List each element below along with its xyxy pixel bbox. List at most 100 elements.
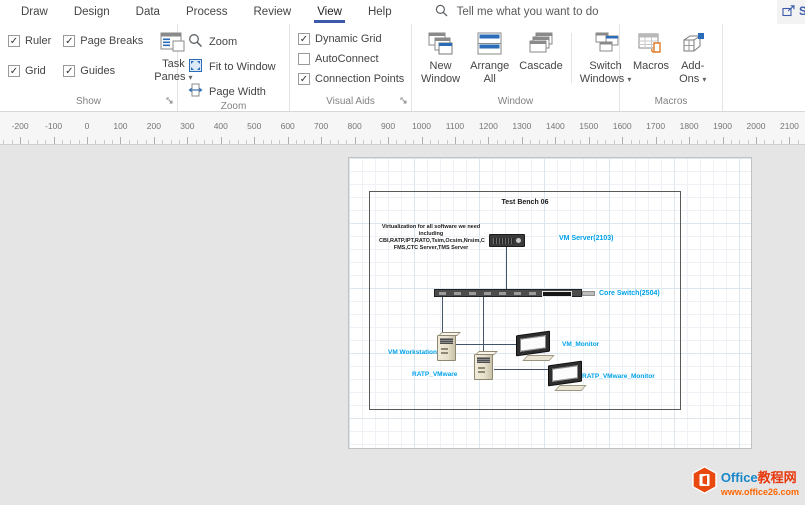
ruler-tick	[221, 137, 222, 144]
tab-draw[interactable]: Draw	[8, 0, 61, 24]
checkbox-page-breaks-box[interactable]: ✓	[63, 35, 75, 47]
ruler-minor-tick	[246, 140, 247, 144]
ruler-minor-tick	[413, 140, 414, 144]
macros-button[interactable]: Macros	[628, 28, 674, 88]
new-window-label-1: New	[430, 60, 452, 73]
ruler-label: 600	[281, 121, 295, 131]
connector-vmware-monitor[interactable]	[494, 369, 550, 370]
ruler-minor-tick	[697, 140, 698, 144]
office-logo-icon	[692, 466, 717, 499]
checkbox-dynamic-grid-box[interactable]: ✓	[298, 33, 310, 45]
new-window-button[interactable]: New Window	[416, 28, 465, 88]
connector-workstation-monitor[interactable]	[456, 344, 518, 345]
arrange-all-button[interactable]: Arrange All	[465, 28, 514, 88]
dropdown-arrow-icon: ▾	[702, 75, 706, 84]
connector-switch-workstation[interactable]	[442, 297, 443, 334]
group-label-macros: Macros	[620, 95, 722, 111]
diagram-note[interactable]: Virtualization for all software we need …	[379, 224, 483, 252]
ruler-minor-tick	[3, 140, 4, 144]
cascade-button[interactable]: Cascade	[514, 28, 567, 88]
ruler-label: 400	[214, 121, 228, 131]
ruler-label: 0	[85, 121, 90, 131]
page-width-button[interactable]: Page Width	[188, 83, 276, 100]
ruler-minor-tick	[238, 140, 239, 144]
ruler-tick	[656, 137, 657, 144]
ruler-minor-tick	[505, 140, 506, 144]
ruler-minor-tick	[330, 140, 331, 144]
vm-workstation-shape[interactable]	[437, 335, 456, 361]
label-core-switch[interactable]: Core Switch(2504)	[599, 290, 660, 297]
checkbox-autoconnect-box[interactable]	[298, 53, 310, 65]
tell-me-box[interactable]: Tell me what you want to do	[435, 0, 599, 24]
tab-process[interactable]: Process	[173, 0, 241, 24]
label-ratp-vmware[interactable]: RATP_VMware	[412, 371, 457, 378]
fit-to-window-button[interactable]: Fit to Window	[188, 58, 276, 76]
ruler-minor-tick	[196, 140, 197, 144]
dialog-launcher-icon[interactable]	[400, 96, 408, 108]
ruler-tick	[388, 137, 389, 144]
connector-server-switch[interactable]	[506, 247, 507, 289]
ratp-vmware-shape[interactable]	[474, 354, 493, 380]
fit-to-window-label: Fit to Window	[209, 61, 276, 73]
note-line: Virtualization for all software we need	[379, 224, 483, 231]
ruler-label: 1200	[479, 121, 498, 131]
checkbox-guides[interactable]: ✓ Guides	[63, 64, 143, 78]
label-vm-workstation[interactable]: VM Workstation	[388, 349, 437, 356]
ruler-tick	[589, 137, 590, 144]
ruler-minor-tick	[95, 140, 96, 144]
ruler-tick	[689, 137, 690, 144]
ruler-minor-tick	[539, 140, 540, 144]
tab-view[interactable]: View	[304, 0, 355, 24]
vm-monitor-shape[interactable]	[516, 333, 554, 361]
ruler-minor-tick	[480, 140, 481, 144]
visio-window: Draw Design Data Process Review View Hel…	[0, 0, 805, 505]
checkbox-guides-box[interactable]: ✓	[63, 65, 75, 77]
tab-help[interactable]: Help	[355, 0, 405, 24]
ruler-label: 2100	[780, 121, 799, 131]
ruler-label: 1100	[446, 121, 464, 131]
ratp-vmware-monitor-shape[interactable]	[548, 363, 586, 391]
checkbox-connection-points[interactable]: ✓ Connection Points	[298, 73, 404, 85]
vm-server-shape[interactable]	[489, 234, 525, 247]
ruler-label: 300	[180, 121, 194, 131]
checkbox-grid[interactable]: ✓ Grid	[8, 64, 51, 78]
checkbox-grid-box[interactable]: ✓	[8, 65, 20, 77]
add-ons-button[interactable]: Add- Ons ▾	[674, 28, 711, 88]
ruler-tick	[455, 137, 456, 144]
add-ons-label-2: Ons	[679, 73, 699, 85]
ruler-minor-tick	[447, 140, 448, 144]
drawing-page[interactable]: Test Bench 06 Virtualization for all sof…	[348, 157, 752, 449]
ruler-tick	[20, 137, 21, 144]
ruler-minor-tick	[781, 140, 782, 144]
monitor-screen	[516, 331, 550, 357]
ruler-minor-tick	[28, 140, 29, 144]
ruler-minor-tick	[229, 140, 230, 144]
checkbox-page-breaks[interactable]: ✓ Page Breaks	[63, 34, 143, 48]
core-switch-shape[interactable]	[434, 289, 582, 297]
diagram-title[interactable]: Test Bench 06	[369, 199, 681, 206]
ruler-label: -200	[12, 121, 29, 131]
ruler-label: 1000	[412, 121, 431, 131]
ruler-label: 800	[348, 121, 362, 131]
label-vm-monitor[interactable]: VM_Monitor	[562, 341, 599, 348]
zoom-button[interactable]: Zoom	[188, 33, 276, 51]
ribbon-group-macros: Macros Add- Ons ▾	[620, 24, 723, 111]
checkbox-connection-points-box[interactable]: ✓	[298, 73, 310, 85]
dialog-launcher-icon[interactable]	[166, 96, 174, 108]
label-vm-server[interactable]: VM Server(2103)	[559, 235, 613, 242]
checkbox-ruler[interactable]: ✓ Ruler	[8, 34, 51, 48]
tab-design[interactable]: Design	[61, 0, 123, 24]
ruler-minor-tick	[146, 140, 147, 144]
tab-review[interactable]: Review	[241, 0, 305, 24]
checkbox-dynamic-grid[interactable]: ✓ Dynamic Grid	[298, 33, 404, 45]
checkbox-ruler-box[interactable]: ✓	[8, 35, 20, 47]
ruler-minor-tick	[162, 140, 163, 144]
label-ratp-vmware-monitor[interactable]: RATP_VMware_Monitor	[582, 373, 655, 380]
share-button[interactable]: Share	[777, 0, 805, 24]
cascade-label: Cascade	[519, 60, 562, 73]
tab-data[interactable]: Data	[123, 0, 173, 24]
drawing-canvas[interactable]: Test Bench 06 Virtualization for all sof…	[0, 145, 805, 505]
ruler-minor-tick	[279, 140, 280, 144]
ruler-minor-tick	[463, 140, 464, 144]
checkbox-autoconnect[interactable]: AutoConnect	[298, 53, 404, 65]
